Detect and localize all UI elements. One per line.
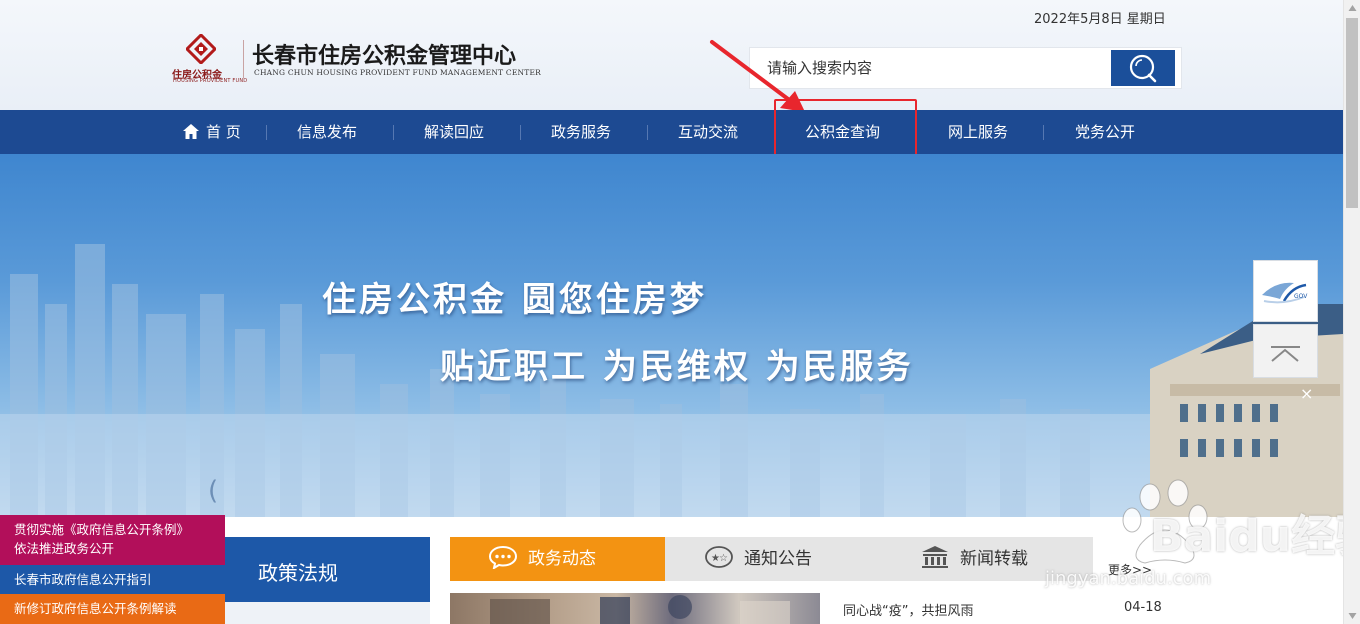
nav-divider bbox=[520, 125, 521, 140]
nav-item-home[interactable]: 首 页 bbox=[183, 110, 241, 154]
nav-item-gov-services[interactable]: 政务服务 bbox=[551, 110, 611, 154]
tab-label: 新闻转载 bbox=[960, 549, 1028, 569]
main-nav: 首 页 信息发布 解读回应 政务服务 互动交流 公积金查询 网上服务 党务公开 bbox=[0, 110, 1343, 154]
tab-gov-news[interactable]: 政务动态 bbox=[450, 537, 665, 581]
current-date: 2022年5月8日 星期日 bbox=[1034, 12, 1166, 27]
scrollbar-thumb[interactable] bbox=[1346, 18, 1358, 208]
nav-item-online-services[interactable]: 网上服务 bbox=[948, 110, 1008, 154]
home-icon bbox=[183, 124, 199, 139]
nav-item-interaction[interactable]: 互动交流 bbox=[678, 110, 738, 154]
site-logo[interactable]: 住房公积金 HOUSING PROVIDENT FUND 长春市住房公积金管理中… bbox=[170, 34, 550, 84]
nav-item-interpretation[interactable]: 解读回应 bbox=[424, 110, 484, 154]
page-scrollbar[interactable] bbox=[1343, 0, 1360, 624]
stars-badge-icon: ★ ☆ bbox=[705, 546, 733, 568]
float-close-button[interactable]: × bbox=[1300, 384, 1313, 403]
logo-name-cn: 长春市住房公积金管理中心 bbox=[252, 43, 517, 69]
nav-divider bbox=[393, 125, 394, 140]
search-input[interactable] bbox=[750, 48, 1110, 88]
notice-line: 贯彻实施《政府信息公开条例》 bbox=[14, 522, 190, 537]
scroll-up-arrow-icon[interactable] bbox=[1344, 0, 1360, 17]
tab-news-reprint[interactable]: 新闻转载 bbox=[920, 537, 1028, 581]
search-box bbox=[749, 47, 1182, 89]
provident-fund-logo-icon bbox=[186, 34, 216, 64]
notice-item-interpretation[interactable]: 新修订政府信息公开条例解读 bbox=[0, 594, 225, 624]
nav-item-fund-query[interactable]: 公积金查询 bbox=[805, 110, 880, 154]
news-item-date: 04-18 bbox=[1124, 600, 1162, 615]
notice-item-regulation[interactable]: 贯彻实施《政府信息公开条例》 依法推进政务公开 bbox=[0, 515, 225, 565]
news-photo-illustration bbox=[490, 595, 790, 624]
nav-divider bbox=[775, 125, 776, 140]
nav-divider bbox=[1043, 125, 1044, 140]
slide-prev-button[interactable]: ( bbox=[208, 476, 218, 506]
site-header: 2022年5月8日 星期日 住房公积金 HOUSING PROVIDENT FU… bbox=[0, 0, 1343, 110]
gov-logo-icon: GOV bbox=[1262, 282, 1308, 304]
gov-badge-text: GOV bbox=[1294, 293, 1308, 300]
chevron-up-icon bbox=[1271, 346, 1300, 362]
hero-banner: 住房公积金 圆您住房梦 贴近职工 为民维权 为民服务 ( bbox=[0, 154, 1343, 517]
logo-name-en: CHANG CHUN HOUSING PROVIDENT FUND MANAGE… bbox=[254, 68, 541, 77]
banner-slogan-line2: 贴近职工 为民维权 为民服务 bbox=[440, 347, 914, 387]
watermark-brand: Baidu经验 bbox=[1150, 511, 1360, 562]
nav-label: 首 页 bbox=[206, 123, 241, 141]
search-icon bbox=[1129, 54, 1157, 83]
news-item-title[interactable]: 同心战“疫”，共担风雨 bbox=[843, 600, 973, 619]
notice-line: 依法推进政务公开 bbox=[14, 541, 115, 556]
search-button[interactable] bbox=[1111, 50, 1175, 86]
logo-divider bbox=[243, 40, 244, 78]
logo-name-tiny: HOUSING PROVIDENT FUND bbox=[173, 78, 248, 84]
scroll-down-arrow-icon[interactable] bbox=[1344, 607, 1360, 624]
nav-item-party-affairs[interactable]: 党务公开 bbox=[1075, 110, 1135, 154]
city-skyline-illustration bbox=[0, 244, 1343, 517]
nav-divider bbox=[266, 125, 267, 140]
tab-label: 通知公告 bbox=[744, 549, 812, 569]
nav-divider bbox=[647, 125, 648, 140]
gov-badge[interactable]: GOV bbox=[1253, 260, 1318, 322]
notice-panel: 贯彻实施《政府信息公开条例》 依法推进政务公开 长春市政府信息公开指引 新修订政… bbox=[0, 515, 225, 624]
tab-notices[interactable]: ★ ☆ 通知公告 bbox=[704, 537, 812, 581]
tab-label: 政务动态 bbox=[528, 549, 596, 569]
nav-divider bbox=[916, 125, 917, 140]
chat-bubble-icon bbox=[488, 545, 518, 569]
policy-list-area bbox=[225, 602, 430, 624]
nav-item-info-release[interactable]: 信息发布 bbox=[297, 110, 357, 154]
building-icon bbox=[922, 546, 948, 568]
back-to-top-button[interactable] bbox=[1253, 324, 1318, 378]
news-tabs: 政务动态 ★ ☆ 通知公告 新闻转载 bbox=[450, 537, 1093, 581]
watermark-url: jingyan.baidu.com bbox=[1045, 568, 1212, 589]
notice-item-guide[interactable]: 长春市政府信息公开指引 bbox=[0, 565, 225, 594]
news-image[interactable] bbox=[450, 593, 820, 624]
banner-slogan-line1: 住房公积金 圆您住房梦 bbox=[322, 280, 707, 320]
svg-text:☆: ☆ bbox=[719, 553, 728, 564]
policy-title: 政策法规 bbox=[258, 561, 338, 585]
